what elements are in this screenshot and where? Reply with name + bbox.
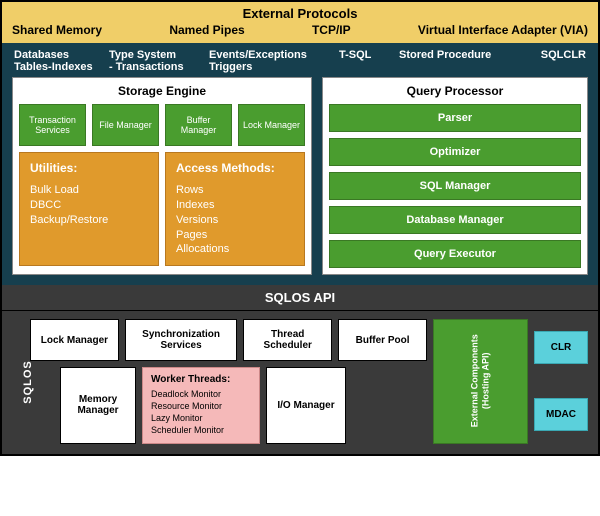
- external-components-label: External Components (Hosting API): [470, 335, 492, 428]
- protocol-item: Named Pipes: [169, 23, 244, 37]
- database-manager-bar: Database Manager: [329, 206, 581, 234]
- query-executor-bar: Query Executor: [329, 240, 581, 268]
- buffer-manager-box: Buffer Manager: [165, 104, 232, 146]
- sql-manager-bar: SQL Manager: [329, 172, 581, 200]
- bottom-grid: Lock Manager Synchronization Services Th…: [30, 319, 588, 444]
- worker-threads-box: Worker Threads: Deadlock Monitor Resourc…: [142, 367, 260, 444]
- query-title: Query Processor: [329, 84, 581, 98]
- label-sqlclr: SQLCLR: [512, 49, 588, 73]
- worker-threads-list: Deadlock Monitor Resource Monitor Lazy M…: [151, 388, 251, 437]
- access-title: Access Methods:: [176, 161, 294, 175]
- lock-manager-box: Lock Manager: [30, 319, 119, 361]
- protocol-item: TCP/IP: [312, 23, 351, 37]
- protocol-item: Virtual Interface Adapter (VIA): [418, 23, 588, 37]
- utilities-box: Utilities: Bulk Load DBCC Backup/Restore: [19, 152, 159, 266]
- parser-bar: Parser: [329, 104, 581, 132]
- thread-scheduler-box: Thread Scheduler: [243, 319, 332, 361]
- storage-components-row: Transaction Services File Manager Buffer…: [19, 104, 305, 146]
- lock-manager-box: Lock Manager: [238, 104, 305, 146]
- protocols-band: External Protocols Shared Memory Named P…: [2, 2, 598, 43]
- sqlos-area: SQLOS Lock Manager Synchronization Servi…: [2, 311, 598, 454]
- access-methods-box: Access Methods: Rows Indexes Versions Pa…: [165, 152, 305, 266]
- engines-row: Storage Engine Transaction Services File…: [12, 77, 588, 275]
- file-manager-box: File Manager: [92, 104, 159, 146]
- protocols-row: Shared Memory Named Pipes TCP/IP Virtual…: [12, 23, 588, 37]
- memory-manager-box: Memory Manager: [60, 367, 136, 444]
- label-events: Events/Exceptions Triggers: [207, 49, 337, 73]
- clr-box: CLR: [534, 331, 588, 364]
- access-list: Rows Indexes Versions Pages Allocations: [176, 183, 294, 257]
- storage-engine-panel: Storage Engine Transaction Services File…: [12, 77, 312, 275]
- side-column: CLR MDAC: [534, 319, 588, 444]
- sqlos-side-label: SQLOS: [22, 361, 34, 405]
- bottom-row2: Memory Manager Worker Threads: Deadlock …: [30, 367, 427, 444]
- sync-services-box: Synchronization Services: [125, 319, 237, 361]
- buffer-pool-box: Buffer Pool: [338, 319, 427, 361]
- protocols-title: External Protocols: [12, 6, 588, 21]
- mdac-box: MDAC: [534, 398, 588, 431]
- label-type-system: Type System - Transactions: [107, 49, 207, 73]
- main-area: Databases Tables-Indexes Type System - T…: [2, 43, 598, 285]
- architecture-diagram: External Protocols Shared Memory Named P…: [0, 0, 600, 456]
- optimizer-bar: Optimizer: [329, 138, 581, 166]
- label-databases: Databases Tables-Indexes: [12, 49, 107, 73]
- external-components-box: External Components (Hosting API): [433, 319, 528, 444]
- bottom-row1: Lock Manager Synchronization Services Th…: [30, 319, 427, 361]
- main-labels-row: Databases Tables-Indexes Type System - T…: [12, 49, 588, 73]
- utilities-list: Bulk Load DBCC Backup/Restore: [30, 183, 148, 228]
- worker-threads-title: Worker Threads:: [151, 374, 251, 385]
- query-processor-panel: Query Processor Parser Optimizer SQL Man…: [322, 77, 588, 275]
- label-stored-proc: Stored Procedure: [397, 49, 512, 73]
- bottom-left-col: Lock Manager Synchronization Services Th…: [30, 319, 427, 444]
- transaction-services-box: Transaction Services: [19, 104, 86, 146]
- protocol-item: Shared Memory: [12, 23, 102, 37]
- label-tsql: T-SQL: [337, 49, 397, 73]
- storage-orange-row: Utilities: Bulk Load DBCC Backup/Restore…: [19, 152, 305, 266]
- io-manager-box: I/O Manager: [266, 367, 346, 444]
- storage-title: Storage Engine: [19, 84, 305, 98]
- sqlos-api-bar: SQLOS API: [2, 285, 598, 311]
- utilities-title: Utilities:: [30, 161, 148, 175]
